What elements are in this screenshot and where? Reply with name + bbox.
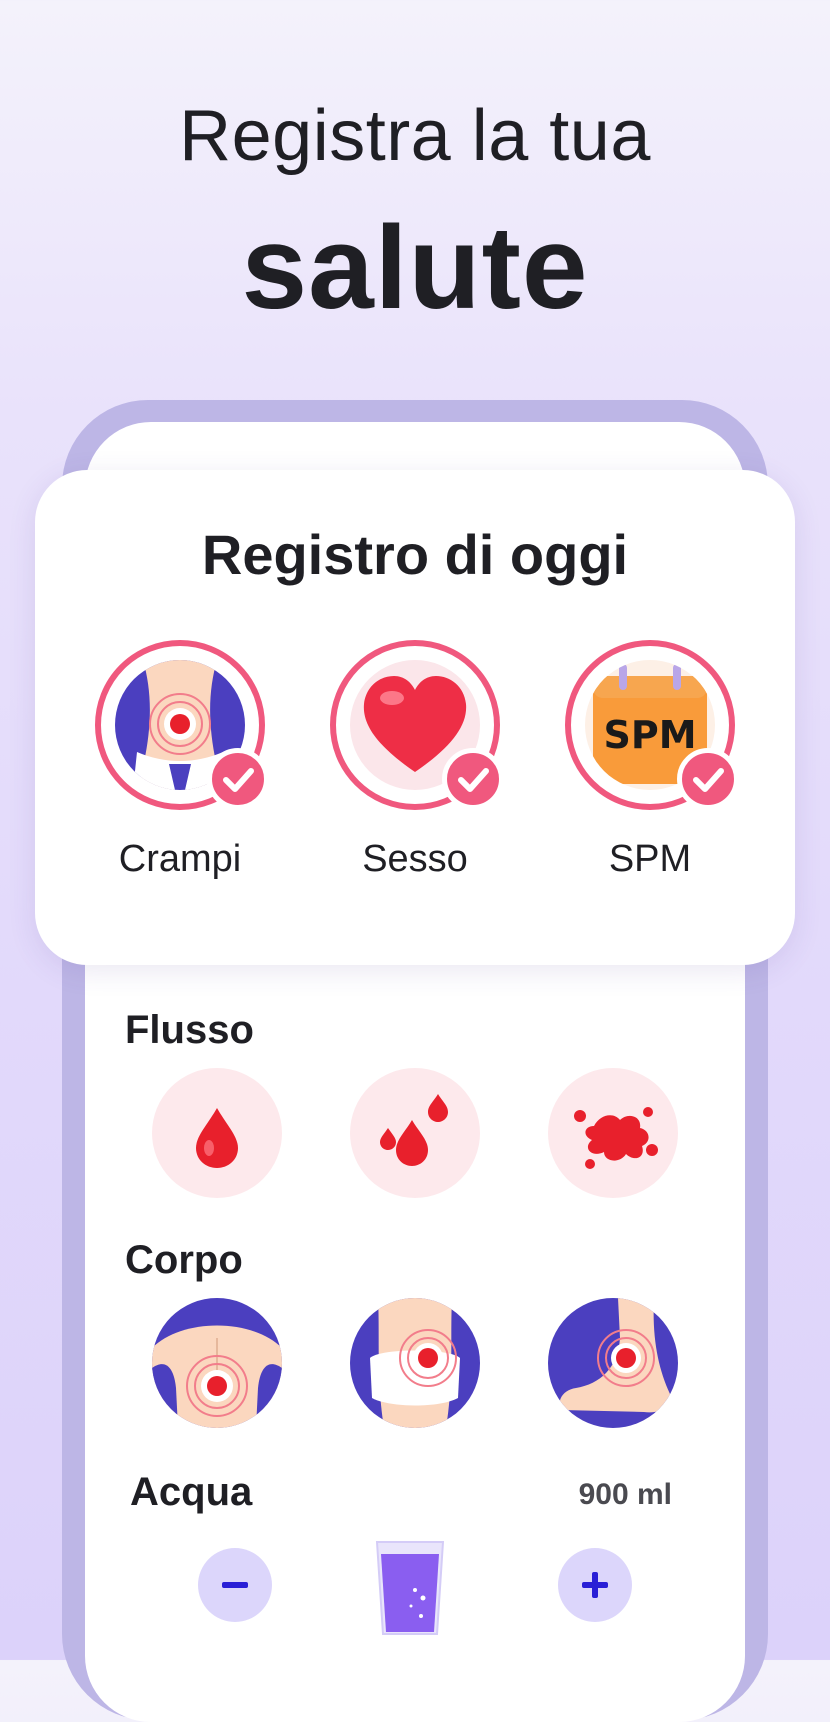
- svg-text:SPM: SPM: [603, 713, 696, 757]
- log-ring: [95, 640, 269, 810]
- body-section-title: Corpo: [125, 1238, 243, 1282]
- flow-section-title: Flusso: [125, 1008, 254, 1052]
- back-pain-icon[interactable]: [152, 1298, 282, 1428]
- log-item-pms[interactable]: SPM SPM: [550, 640, 750, 881]
- water-amount: 900 ml: [578, 1478, 672, 1511]
- check-icon: [442, 748, 504, 810]
- check-icon: [207, 748, 269, 810]
- log-label: Crampi: [118, 838, 242, 880]
- breast-pain-icon[interactable]: [350, 1298, 480, 1428]
- log-ring: [330, 640, 504, 810]
- check-icon: [677, 748, 739, 810]
- card-title: Registro di oggi: [201, 523, 629, 586]
- water-section-title: Acqua: [130, 1470, 253, 1514]
- log-label: SPM: [608, 838, 692, 880]
- plus-icon: [582, 1572, 608, 1598]
- log-item-cramps[interactable]: Crampi: [80, 640, 280, 881]
- flow-medium-icon[interactable]: [350, 1068, 480, 1198]
- minus-icon: [222, 1582, 248, 1588]
- flow-heavy-icon[interactable]: [548, 1068, 678, 1198]
- flow-light-icon[interactable]: [152, 1068, 282, 1198]
- water-glass-icon: [375, 1540, 445, 1636]
- headline-line-2: salute: [241, 202, 589, 334]
- water-minus-button[interactable]: [198, 1548, 272, 1622]
- ankle-pain-icon[interactable]: [548, 1298, 678, 1428]
- today-log-card: Registro di oggi Crampi Sesso SPM SPM: [35, 470, 795, 965]
- log-ring: SPM: [565, 640, 739, 810]
- log-item-sex[interactable]: Sesso: [315, 640, 515, 881]
- log-label: Sesso: [362, 838, 468, 880]
- water-plus-button[interactable]: [558, 1548, 632, 1622]
- headline-line-1: Registra la tua: [179, 96, 651, 176]
